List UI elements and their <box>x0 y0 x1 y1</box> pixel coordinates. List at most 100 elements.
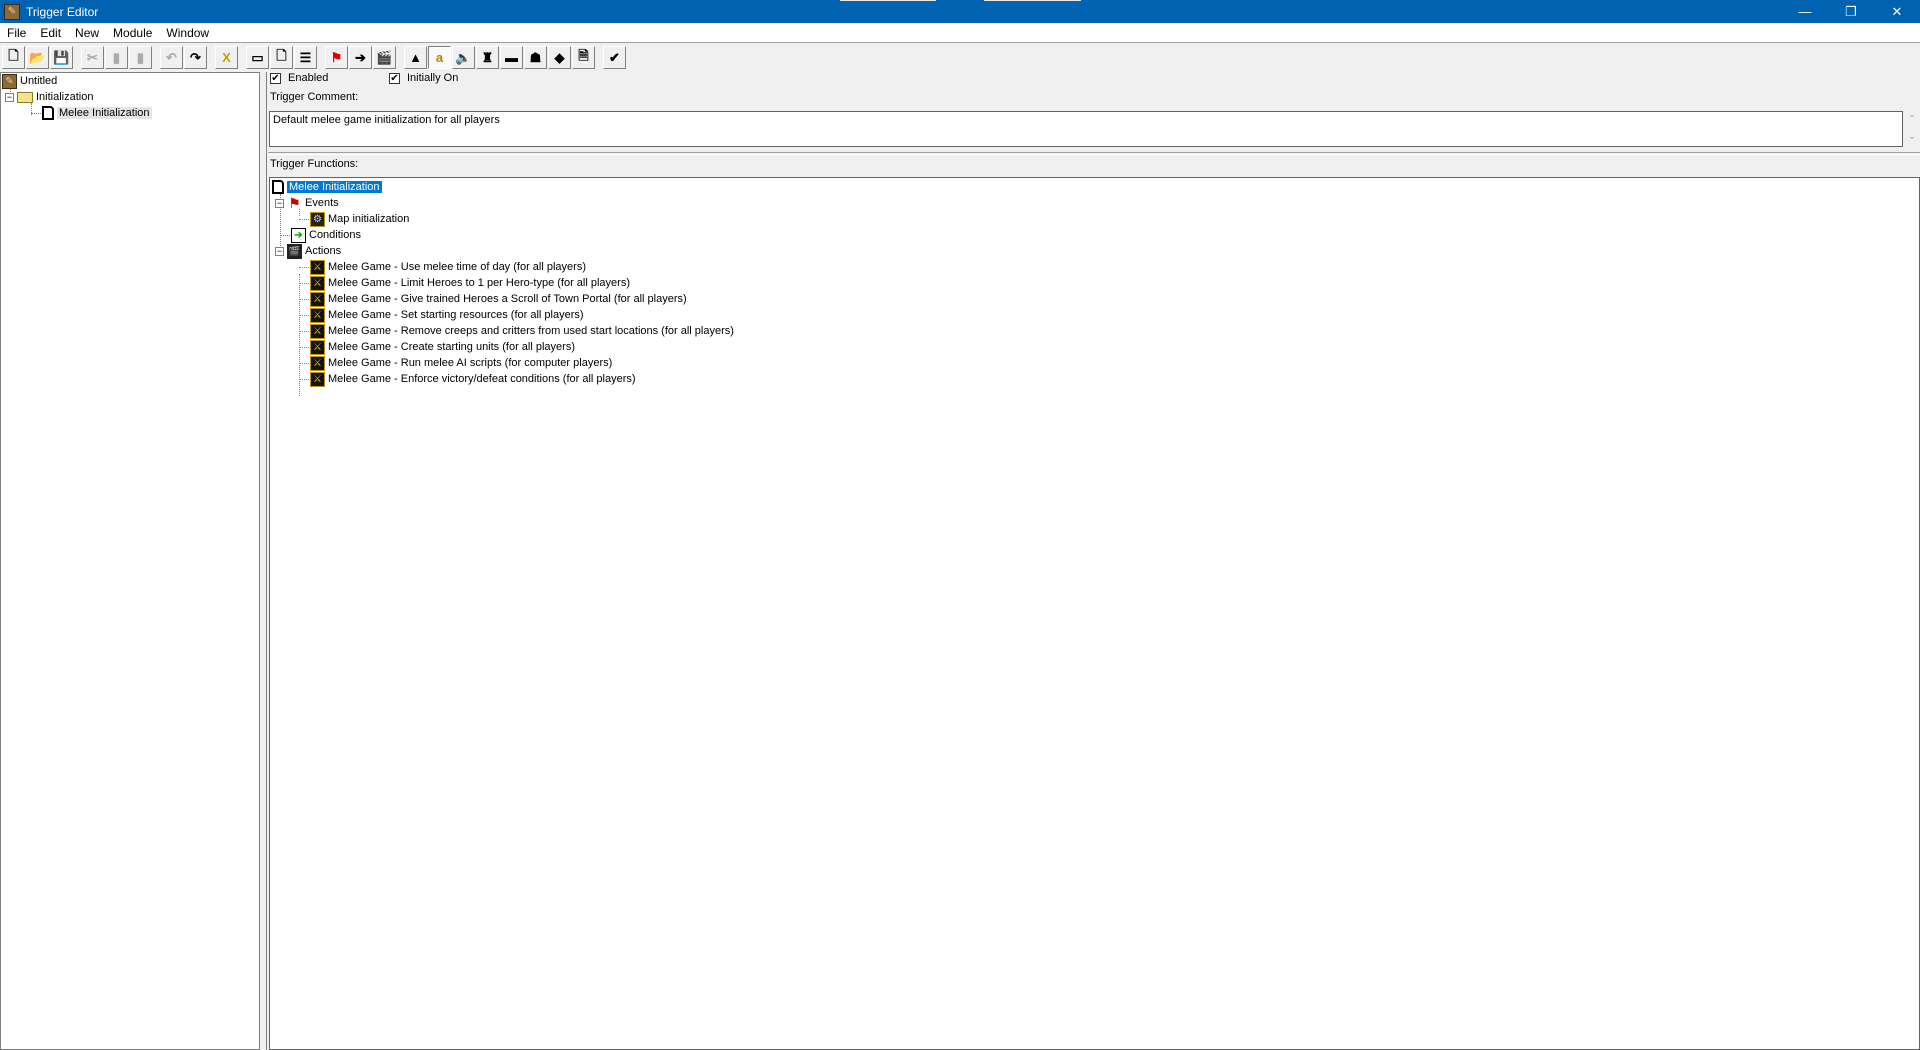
new-map-button[interactable]: 🗋 <box>2 46 25 69</box>
trigger-list-panel: ✎ Untitled − Initialization Melee Initia… <box>0 72 260 1050</box>
map-scroll-icon: ✎ <box>2 73 17 89</box>
ai-editor-button[interactable]: ☗ <box>524 46 547 69</box>
campaign-editor-button[interactable]: ▬ <box>500 46 523 69</box>
sound-editor-button[interactable]: 🔈 <box>452 46 475 69</box>
tree-label: Map initialization <box>328 213 410 225</box>
crossed-swords-icon: ⚔ <box>310 323 325 339</box>
new-category-icon: ▭ <box>251 49 264 65</box>
new-condition-button[interactable]: ➔ <box>349 46 372 69</box>
initially-on-checkbox[interactable]: ✔ Initially On <box>389 72 458 84</box>
action-item[interactable]: ⚔ Melee Game - Remove creeps and critters… <box>299 323 734 339</box>
open-map-button[interactable]: 📂 <box>26 46 49 69</box>
conditions-node[interactable]: ➔ Conditions <box>280 227 361 243</box>
new-action-button[interactable]: 🎬 <box>373 46 396 69</box>
actions-node[interactable]: − 🎬 Actions <box>275 243 341 259</box>
new-trigger-button[interactable]: 🗋 <box>270 46 293 69</box>
paste-icon: ▮ <box>136 49 145 65</box>
collapse-icon[interactable]: − <box>275 198 284 208</box>
action-item[interactable]: ⚔ Melee Game - Enforce victory/defeat con… <box>299 371 636 387</box>
paste-button[interactable]: ▮ <box>129 46 152 69</box>
action-item[interactable]: ⚔ Melee Game - Run melee AI scripts (for … <box>299 355 612 371</box>
crossed-swords-icon: ⚔ <box>310 259 325 275</box>
delete-button[interactable]: X <box>215 46 238 69</box>
trigger-document-icon <box>42 106 54 120</box>
checkbox-label: Enabled <box>288 72 329 84</box>
new-event-button[interactable]: ⚑ <box>325 46 348 69</box>
collapse-icon[interactable]: − <box>275 246 284 256</box>
trigger-details-panel: ✔ Enabled ✔ Initially On Trigger Comment… <box>268 72 1920 1050</box>
trigger-comment-input[interactable]: Default melee game initialization for al… <box>269 111 1903 147</box>
object-editor-button[interactable]: ♜ <box>476 46 499 69</box>
import-manager-button[interactable]: 🗎 <box>572 46 595 69</box>
toolbar: 🗋 📂 💾 ✂ ▮ ▮ ↶ ↷ X ▭ 🗋 ☰ ⚑ ➔ 🎬 ▲ a 🔈 ♜ ▬ ☗ ◆ 🗎 ✔ <box>0 44 1920 71</box>
new-event-icon: ⚑ <box>330 49 343 65</box>
checkmark-icon: ✔ <box>270 72 281 84</box>
tree-label: Melee Initialization <box>57 107 152 119</box>
tree-label: Actions <box>305 245 342 257</box>
clapperboard-icon: 🎬 <box>287 243 302 259</box>
action-item[interactable]: ⚔ Melee Game - Limit Heroes to 1 per Hero… <box>299 275 630 291</box>
tree-label: Melee Game - Use melee time of day (for … <box>328 261 586 273</box>
new-comment-button[interactable]: ☰ <box>294 46 317 69</box>
tree-trigger-melee-initialization[interactable]: Melee Initialization <box>31 105 152 121</box>
action-item[interactable]: ⚔ Melee Game - Create starting units (for… <box>299 339 575 355</box>
sound-editor-icon: 🔈 <box>455 49 472 65</box>
folder-icon <box>17 91 33 103</box>
save-map-button[interactable]: 💾 <box>50 46 73 69</box>
object-manager-icon: ◆ <box>554 49 565 65</box>
tree-label: Melee Game - Limit Heroes to 1 per Hero-… <box>328 277 630 289</box>
new-category-button[interactable]: ▭ <box>246 46 269 69</box>
terrain-editor-button[interactable]: ▲ <box>404 46 427 69</box>
enabled-checkbox[interactable]: ✔ Enabled <box>270 72 328 84</box>
trigger-document-icon <box>272 180 284 194</box>
gear-icon: ⚙ <box>310 211 325 227</box>
tree-root-map[interactable]: ✎ Untitled <box>2 73 57 89</box>
window-title: Trigger Editor <box>26 4 99 19</box>
terrain-editor-icon: ▲ <box>409 50 422 65</box>
action-item[interactable]: ⚔ Melee Game - Set starting resources (fo… <box>299 307 584 323</box>
checkmark-icon: ✔ <box>389 72 400 84</box>
restore-button[interactable]: ❐ <box>1828 0 1874 23</box>
minimize-button[interactable]: — <box>1782 0 1828 23</box>
menu-module[interactable]: Module <box>106 26 159 40</box>
cut-icon: ✂ <box>87 49 98 65</box>
menu-edit[interactable]: Edit <box>33 26 68 40</box>
save-map-icon: 💾 <box>53 49 70 65</box>
trigger-editor-button[interactable]: a <box>428 46 451 69</box>
ai-editor-icon: ☗ <box>529 49 542 65</box>
copy-button[interactable]: ▮ <box>105 46 128 69</box>
event-item[interactable]: ⚙ Map initialization <box>299 211 409 227</box>
functions-root-trigger[interactable]: Melee Initialization <box>272 179 382 195</box>
condition-arrow-icon: ➔ <box>291 227 306 243</box>
open-map-icon: 📂 <box>29 49 46 65</box>
tree-label: Initialization <box>36 91 94 103</box>
divider <box>268 152 1920 155</box>
trigger-functions-tree: Melee Initialization − ⚑ Events ⚙ Map in… <box>269 177 1920 1050</box>
title-tab-indicator <box>984 0 1081 1</box>
menu-new[interactable]: New <box>68 26 106 40</box>
crossed-swords-icon: ⚔ <box>310 371 325 387</box>
events-node[interactable]: − ⚑ Events <box>275 195 339 211</box>
cut-button[interactable]: ✂ <box>81 46 104 69</box>
new-comment-icon: ☰ <box>299 49 312 65</box>
menu-window[interactable]: Window <box>159 26 216 40</box>
test-map-button[interactable]: ✔ <box>603 46 626 69</box>
new-map-icon: 🗋 <box>8 47 19 63</box>
undo-icon: ↶ <box>166 49 177 65</box>
tree-category-initialization[interactable]: − Initialization <box>5 89 93 105</box>
comment-scrollbar[interactable]: ⌃ ⌄ <box>1904 111 1920 147</box>
close-button[interactable]: ✕ <box>1874 0 1920 23</box>
collapse-icon[interactable]: − <box>5 92 14 102</box>
checkbox-label: Initially On <box>407 72 459 84</box>
action-item[interactable]: ⚔ Melee Game - Use melee time of day (for… <box>299 259 586 275</box>
new-condition-icon: ➔ <box>355 49 366 65</box>
action-item[interactable]: ⚔ Melee Game - Give trained Heroes a Scro… <box>299 291 687 307</box>
menu-file[interactable]: File <box>0 26 33 40</box>
red-flag-icon: ⚑ <box>288 194 301 211</box>
test-map-icon: ✔ <box>609 49 620 65</box>
undo-button[interactable]: ↶ <box>160 46 183 69</box>
redo-button[interactable]: ↷ <box>184 46 207 69</box>
title-tab-indicator <box>840 0 936 1</box>
object-manager-button[interactable]: ◆ <box>548 46 571 69</box>
panel-splitter[interactable] <box>260 72 267 1050</box>
